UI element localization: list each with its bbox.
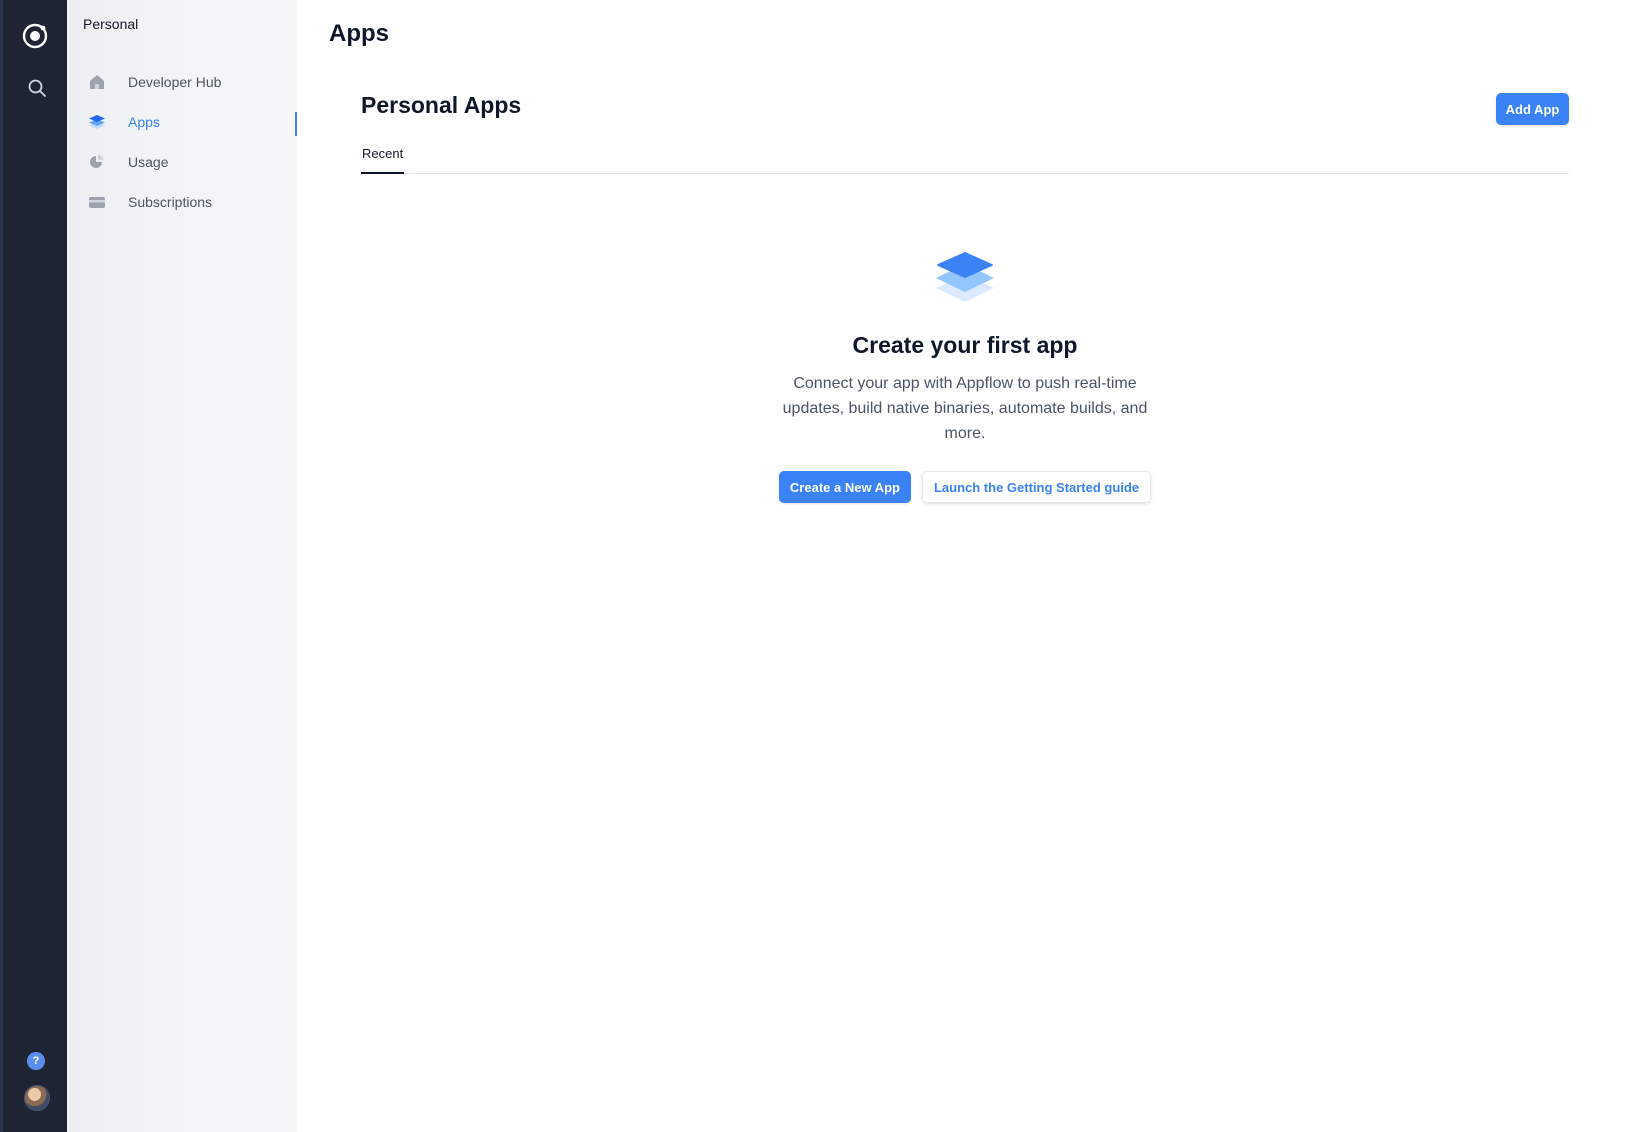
sidebar-item-label: Developer Hub [128, 74, 222, 90]
page-title: Apps [329, 20, 389, 47]
tab-bar: Recent [361, 136, 1569, 174]
getting-started-guide-button[interactable]: Launch the Getting Started guide [921, 471, 1152, 503]
main-content: Apps Personal Apps Add App Recent Create… [297, 0, 1633, 1132]
layers-icon [88, 113, 106, 131]
empty-state-heading: Create your first app [852, 332, 1078, 358]
sidebar-item-subscriptions[interactable]: Subscriptions [67, 182, 297, 222]
sidebar-item-label: Subscriptions [128, 194, 213, 210]
help-icon[interactable]: ? [27, 1052, 45, 1070]
empty-state: Create your first app Connect your app w… [297, 248, 1633, 503]
app-rail: ? [0, 0, 67, 1132]
avatar[interactable] [24, 1085, 50, 1111]
home-icon [88, 73, 106, 91]
sidebar: Personal Developer Hub Apps Usage Subscr… [67, 0, 297, 1132]
sidebar-nav: Developer Hub Apps Usage Subscriptions [67, 62, 297, 222]
empty-state-description: Connect your app with Appflow to push re… [782, 375, 1148, 442]
org-name[interactable]: Personal [83, 16, 138, 32]
create-new-app-button[interactable]: Create a New App [778, 471, 911, 503]
credit-card-icon [88, 193, 106, 211]
sidebar-item-label: Apps [128, 114, 160, 130]
section-title: Personal Apps [361, 92, 522, 118]
pie-chart-icon [88, 153, 106, 171]
sidebar-item-label: Usage [128, 154, 169, 170]
ionic-logo-icon[interactable] [21, 22, 49, 50]
sidebar-item-usage[interactable]: Usage [67, 142, 297, 182]
sidebar-item-developer-hub[interactable]: Developer Hub [67, 62, 297, 102]
add-app-button[interactable]: Add App [1496, 93, 1569, 125]
search-icon[interactable] [27, 78, 47, 98]
empty-state-actions: Create a New App Launch the Getting Star… [297, 471, 1633, 503]
sidebar-item-apps[interactable]: Apps [67, 102, 297, 142]
tab-recent[interactable]: Recent [361, 146, 405, 174]
layers-stack-icon [936, 252, 994, 302]
